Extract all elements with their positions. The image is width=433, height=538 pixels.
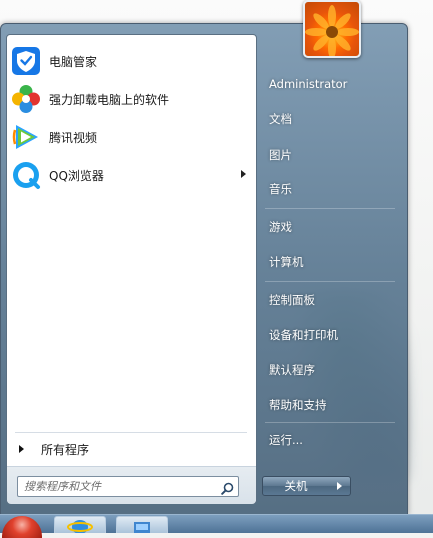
start-menu-left-pane: 电脑管家 强力卸载电脑上的软件 腾讯视频 QQ浏览器 所有程序 搜索程序和文件 (6, 34, 257, 504)
program-item-pc-manager[interactable]: 电脑管家 (9, 43, 252, 79)
right-item-music[interactable]: 音乐 (263, 174, 401, 204)
program-label: 强力卸载电脑上的软件 (49, 92, 170, 107)
right-separator (265, 208, 395, 209)
shutdown-group: 关机 (262, 476, 352, 496)
all-programs-button[interactable]: 所有程序 (9, 437, 252, 461)
right-item-pictures[interactable]: 图片 (263, 140, 401, 170)
tencent-video-icon (10, 121, 42, 153)
search-icon[interactable] (221, 480, 234, 495)
right-item-default-programs[interactable]: 默认程序 (263, 355, 401, 385)
shutdown-options-button[interactable] (329, 476, 351, 496)
program-item-qq-browser[interactable]: QQ浏览器 (9, 157, 252, 193)
search-box[interactable] (17, 476, 239, 497)
right-item-computer[interactable]: 计算机 (263, 247, 401, 277)
chevron-right-icon (337, 482, 342, 490)
user-avatar[interactable] (303, 0, 361, 58)
right-item-help-support[interactable]: 帮助和支持 (263, 390, 401, 420)
flower-icon (305, 5, 359, 56)
taskbar-ie-button[interactable] (54, 516, 106, 534)
search-area (7, 466, 256, 504)
taskbar-explorer-button[interactable] (116, 516, 168, 533)
program-label: 电脑管家 (49, 54, 98, 69)
search-input[interactable] (18, 479, 216, 494)
uninstaller-icon (10, 83, 42, 115)
program-item-tencent-video[interactable]: 腾讯视频 (9, 119, 252, 155)
program-item-uninstaller[interactable]: 强力卸载电脑上的软件 (9, 81, 252, 117)
right-item-username[interactable]: Administrator (263, 69, 401, 99)
right-item-run[interactable]: 运行... (263, 425, 401, 455)
right-separator (265, 281, 395, 282)
folder-icon (134, 522, 150, 533)
start-menu: 电脑管家 强力卸载电脑上的软件 腾讯视频 QQ浏览器 所有程序 搜索程序和文件 … (0, 23, 408, 515)
program-label: QQ浏览器 (49, 168, 104, 183)
expand-arrow-icon (19, 445, 24, 453)
right-item-devices-printers[interactable]: 设备和打印机 (263, 320, 401, 350)
start-menu-right-pane: Administrator 文档 图片 音乐 游戏 计算机 控制面板 设备和打印… (257, 24, 407, 514)
shutdown-button[interactable]: 关机 (262, 476, 330, 496)
right-item-documents[interactable]: 文档 (263, 104, 401, 134)
tencent-pc-manager-icon (10, 45, 42, 77)
all-programs-label: 所有程序 (41, 442, 90, 457)
program-label: 腾讯视频 (49, 130, 98, 145)
right-separator (265, 422, 395, 423)
qq-browser-icon (10, 159, 42, 191)
all-programs-separator (15, 432, 247, 433)
right-item-games[interactable]: 游戏 (263, 212, 401, 242)
right-item-control-panel[interactable]: 控制面板 (263, 285, 401, 315)
ie-icon (67, 520, 93, 534)
submenu-arrow-icon (241, 170, 246, 178)
